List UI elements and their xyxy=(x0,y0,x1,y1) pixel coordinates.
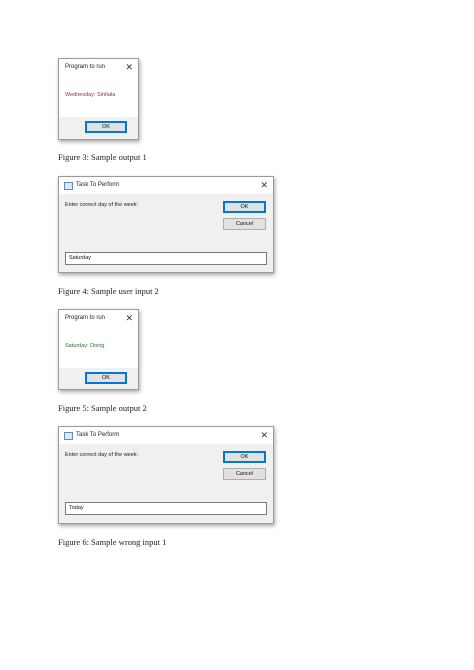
prompt-text: Enter correct day of the week: xyxy=(65,202,139,208)
ok-button[interactable]: OK xyxy=(85,372,127,384)
app-window-icon xyxy=(64,432,73,440)
message-text: Wednesday: Sinhala xyxy=(65,92,116,98)
close-icon[interactable]: ✕ xyxy=(125,310,133,327)
message-box-output-2: Program to run ✕ Saturday: Doing OK xyxy=(58,309,139,390)
cancel-button[interactable]: Cancel xyxy=(223,218,266,230)
input-box-titlebar: Task To Perform ✕ xyxy=(59,427,273,444)
input-box-title: Task To Perform xyxy=(76,182,120,188)
ok-button[interactable]: OK xyxy=(223,201,266,213)
message-box-title: Program to run xyxy=(65,64,106,70)
message-box-output-1: Program to run ✕ Wednesday: Sinhala OK xyxy=(58,58,139,140)
message-box-title: Program to run xyxy=(65,315,106,321)
input-box-title: Task To Perform xyxy=(76,432,120,438)
ok-button[interactable]: OK xyxy=(85,121,127,133)
message-text: Saturday: Doing xyxy=(65,343,105,349)
message-box-content: Wednesday: Sinhala xyxy=(59,76,138,117)
close-icon[interactable]: ✕ xyxy=(260,177,268,194)
input-box-body: Enter correct day of the week: OK Cancel… xyxy=(59,194,273,272)
message-box-titlebar: Program to run ✕ xyxy=(59,59,138,76)
close-icon[interactable]: ✕ xyxy=(125,59,133,76)
input-box-body: Enter correct day of the week: OK Cancel… xyxy=(59,444,273,523)
prompt-text: Enter correct day of the week: xyxy=(65,452,139,458)
day-input[interactable]: Saturday xyxy=(65,252,267,265)
figure-caption: Figure 5: Sample output 2 xyxy=(58,403,147,413)
app-window-icon xyxy=(64,182,73,190)
message-box-content: Saturday: Doing xyxy=(59,327,138,368)
day-input[interactable]: Today xyxy=(65,502,267,515)
input-box-user-input-2: Task To Perform ✕ Enter correct day of t… xyxy=(58,176,274,273)
message-box-footer: OK xyxy=(59,117,138,139)
input-box-titlebar: Task To Perform ✕ xyxy=(59,177,273,194)
cancel-button[interactable]: Cancel xyxy=(223,468,266,480)
figure-caption: Figure 3: Sample output 1 xyxy=(58,152,147,162)
message-box-titlebar: Program to run ✕ xyxy=(59,310,138,327)
ok-button[interactable]: OK xyxy=(223,451,266,463)
close-icon[interactable]: ✕ xyxy=(260,427,268,444)
message-box-footer: OK xyxy=(59,368,138,389)
input-box-wrong-input-1: Task To Perform ✕ Enter correct day of t… xyxy=(58,426,274,524)
figure-caption: Figure 6: Sample wrong input 1 xyxy=(58,537,167,547)
figure-caption: Figure 4: Sample user input 2 xyxy=(58,286,159,296)
